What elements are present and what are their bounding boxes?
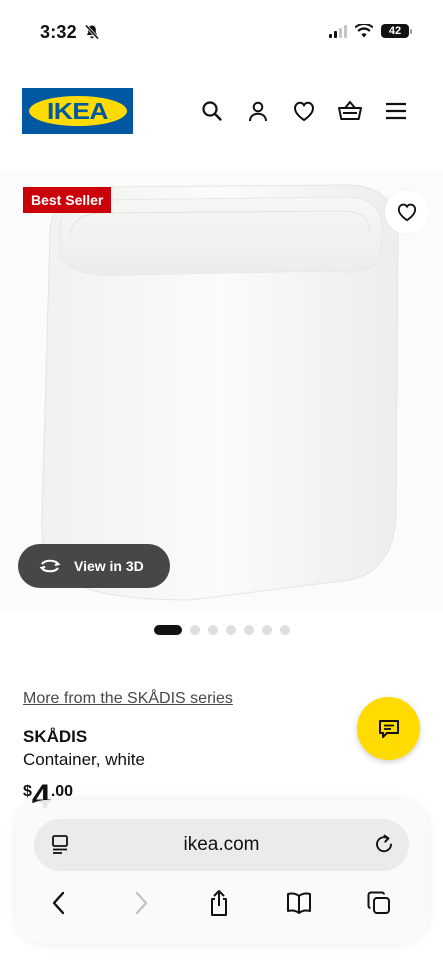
url-text: ikea.com xyxy=(183,834,260,855)
ikea-logo[interactable]: IKEA xyxy=(22,88,133,134)
carousel-dot[interactable] xyxy=(262,625,272,635)
carousel-dot[interactable] xyxy=(208,625,218,635)
carousel-dot[interactable] xyxy=(154,625,182,635)
address-bar[interactable]: ikea.com xyxy=(34,819,409,871)
tabs-icon xyxy=(367,891,390,914)
best-seller-badge: Best Seller xyxy=(23,187,112,213)
view-in-3d-label: View in 3D xyxy=(74,558,144,574)
site-header: IKEA xyxy=(0,88,443,136)
back-button[interactable] xyxy=(44,888,74,918)
carousel-indicator[interactable] xyxy=(154,625,290,635)
bell-off-icon xyxy=(84,24,100,40)
status-bar: 3:32 42 xyxy=(0,0,443,60)
reload-icon[interactable] xyxy=(373,833,395,855)
search-icon[interactable] xyxy=(199,98,225,124)
logo-text: IKEA xyxy=(47,97,108,124)
browser-toolbar: ikea.com xyxy=(16,800,428,944)
series-link[interactable]: More from the SKÅDIS series xyxy=(23,690,233,708)
tabs-button[interactable] xyxy=(364,888,394,918)
rotate-3d-icon xyxy=(39,559,61,573)
menu-icon[interactable] xyxy=(383,98,409,124)
chevron-right-icon xyxy=(135,891,148,915)
product-name: SKÅDIS xyxy=(23,727,88,746)
cellular-signal-icon xyxy=(329,24,347,38)
book-icon xyxy=(287,892,311,914)
heart-icon[interactable] xyxy=(291,98,317,124)
shopping-basket-icon[interactable] xyxy=(337,98,363,124)
profile-icon[interactable] xyxy=(245,98,271,124)
wifi-icon xyxy=(355,24,373,38)
share-icon xyxy=(211,890,227,916)
share-button[interactable] xyxy=(204,888,234,918)
battery-indicator: 42 xyxy=(381,24,412,38)
carousel-dot[interactable] xyxy=(226,625,236,635)
product-image-gallery[interactable]: Best Seller View in 3D xyxy=(0,170,443,610)
price-decimal: .00 xyxy=(50,783,74,800)
status-time: 3:32 xyxy=(40,22,77,42)
product-image xyxy=(41,184,399,601)
carousel-dot[interactable] xyxy=(244,625,254,635)
carousel-dot[interactable] xyxy=(190,625,200,635)
chat-icon xyxy=(378,719,399,738)
product-description: Container, white xyxy=(23,750,145,769)
chat-button[interactable] xyxy=(357,697,420,760)
favorite-button[interactable] xyxy=(385,190,429,234)
price-currency: $ xyxy=(23,783,32,800)
page-menu-icon[interactable] xyxy=(50,833,72,855)
heart-icon xyxy=(397,203,417,222)
forward-button[interactable] xyxy=(126,888,156,918)
view-in-3d-button[interactable]: View in 3D xyxy=(18,544,170,588)
browser-navigation xyxy=(16,884,428,924)
carousel-dot[interactable] xyxy=(280,625,290,635)
bookmarks-button[interactable] xyxy=(284,888,314,918)
chevron-left-icon xyxy=(52,891,65,915)
